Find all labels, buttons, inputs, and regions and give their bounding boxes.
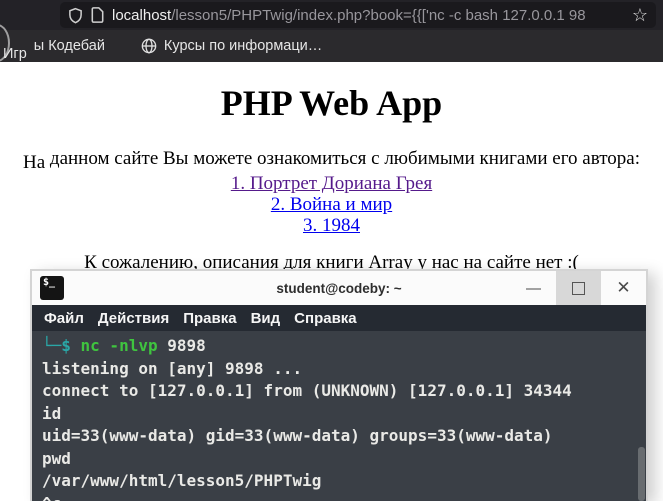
book-link-1[interactable]: 1. Портрет Дориана Грея: [0, 173, 663, 194]
url-text[interactable]: localhost/lesson5/PHPTwig/index.php?book…: [112, 6, 626, 24]
menu-file[interactable]: Файл: [44, 310, 84, 327]
terminal-line: └─$ nc -nlvp 9898: [42, 336, 206, 355]
bookmark-label-prefix: Игр: [3, 46, 27, 62]
maximize-icon: [572, 281, 585, 295]
terminal-line: connect to [127.0.0.1] from (UNKNOWN) [1…: [42, 381, 572, 400]
bookmark-label: ы Кодебай: [33, 38, 105, 54]
book-link-3[interactable]: 3. 1984: [0, 215, 663, 236]
screen: localhost/lesson5/PHPTwig/index.php?book…: [0, 0, 663, 501]
terminal-menubar: Файл Действия Правка Вид Справка: [32, 305, 646, 331]
window-controls: — ✕: [511, 271, 646, 305]
globe-icon: [141, 38, 157, 54]
terminal-line: pwd: [42, 448, 71, 468]
maximize-button[interactable]: [556, 271, 601, 305]
bookmark-label: Курсы по информаци…: [163, 38, 323, 54]
terminal-window: $_ student@codeby: ~ — ✕ Файл Действия П…: [30, 269, 648, 501]
menu-actions[interactable]: Действия: [98, 310, 169, 327]
browser-toolbar: localhost/lesson5/PHPTwig/index.php?book…: [0, 0, 663, 30]
url-fade: [591, 6, 626, 24]
menu-edit[interactable]: Правка: [183, 310, 236, 327]
terminal-output[interactable]: └─$ nc -nlvp 9898 listening on [any] 9898…: [32, 331, 646, 501]
bookmark-item-kursy[interactable]: Курсы по информаци…: [141, 38, 322, 54]
terminal-titlebar[interactable]: $_ student@codeby: ~ — ✕: [32, 271, 646, 305]
terminal-line: listening on [any] 9898 ...: [42, 358, 303, 378]
terminal-line: ^c: [42, 493, 646, 501]
scrollbar-thumb[interactable]: [638, 447, 645, 501]
book-link-2[interactable]: 2. Война и мир: [0, 194, 663, 215]
terminal-line: id: [42, 403, 62, 423]
intro-text: На данном сайте Вы можете ознакомиться с…: [0, 148, 663, 173]
page-icon[interactable]: [91, 7, 104, 23]
address-bar[interactable]: localhost/lesson5/PHPTwig/index.php?book…: [60, 2, 656, 28]
bookmark-item-kodebay[interactable]: Игр ы Кодебай: [3, 38, 105, 62]
url-path: /lesson5/PHPTwig/index.php?book={{['nc -…: [171, 6, 586, 24]
url-host: localhost: [112, 6, 172, 24]
minimize-button[interactable]: —: [511, 271, 556, 305]
shield-icon[interactable]: [68, 7, 83, 24]
terminal-line: /var/www/html/lesson5/PHPTwig: [42, 471, 322, 490]
book-links: 1. Портрет Дориана Грея 2. Война и мир 3…: [0, 173, 663, 236]
intro-rest: данном сайте Вы можете ознакомиться с лю…: [45, 148, 640, 169]
menu-view[interactable]: Вид: [251, 310, 281, 327]
bookmark-star-icon[interactable]: ☆: [632, 6, 648, 24]
page-title: PHP Web App: [220, 83, 443, 123]
terminal-line: uid=33(www-data) gid=33(www-data) groups…: [42, 426, 553, 445]
bookmarks-bar: Игр ы Кодебай Курсы по информаци…: [0, 24, 663, 62]
intro-lead: На: [23, 152, 46, 173]
close-button[interactable]: ✕: [601, 271, 646, 305]
menu-help[interactable]: Справка: [294, 310, 356, 327]
